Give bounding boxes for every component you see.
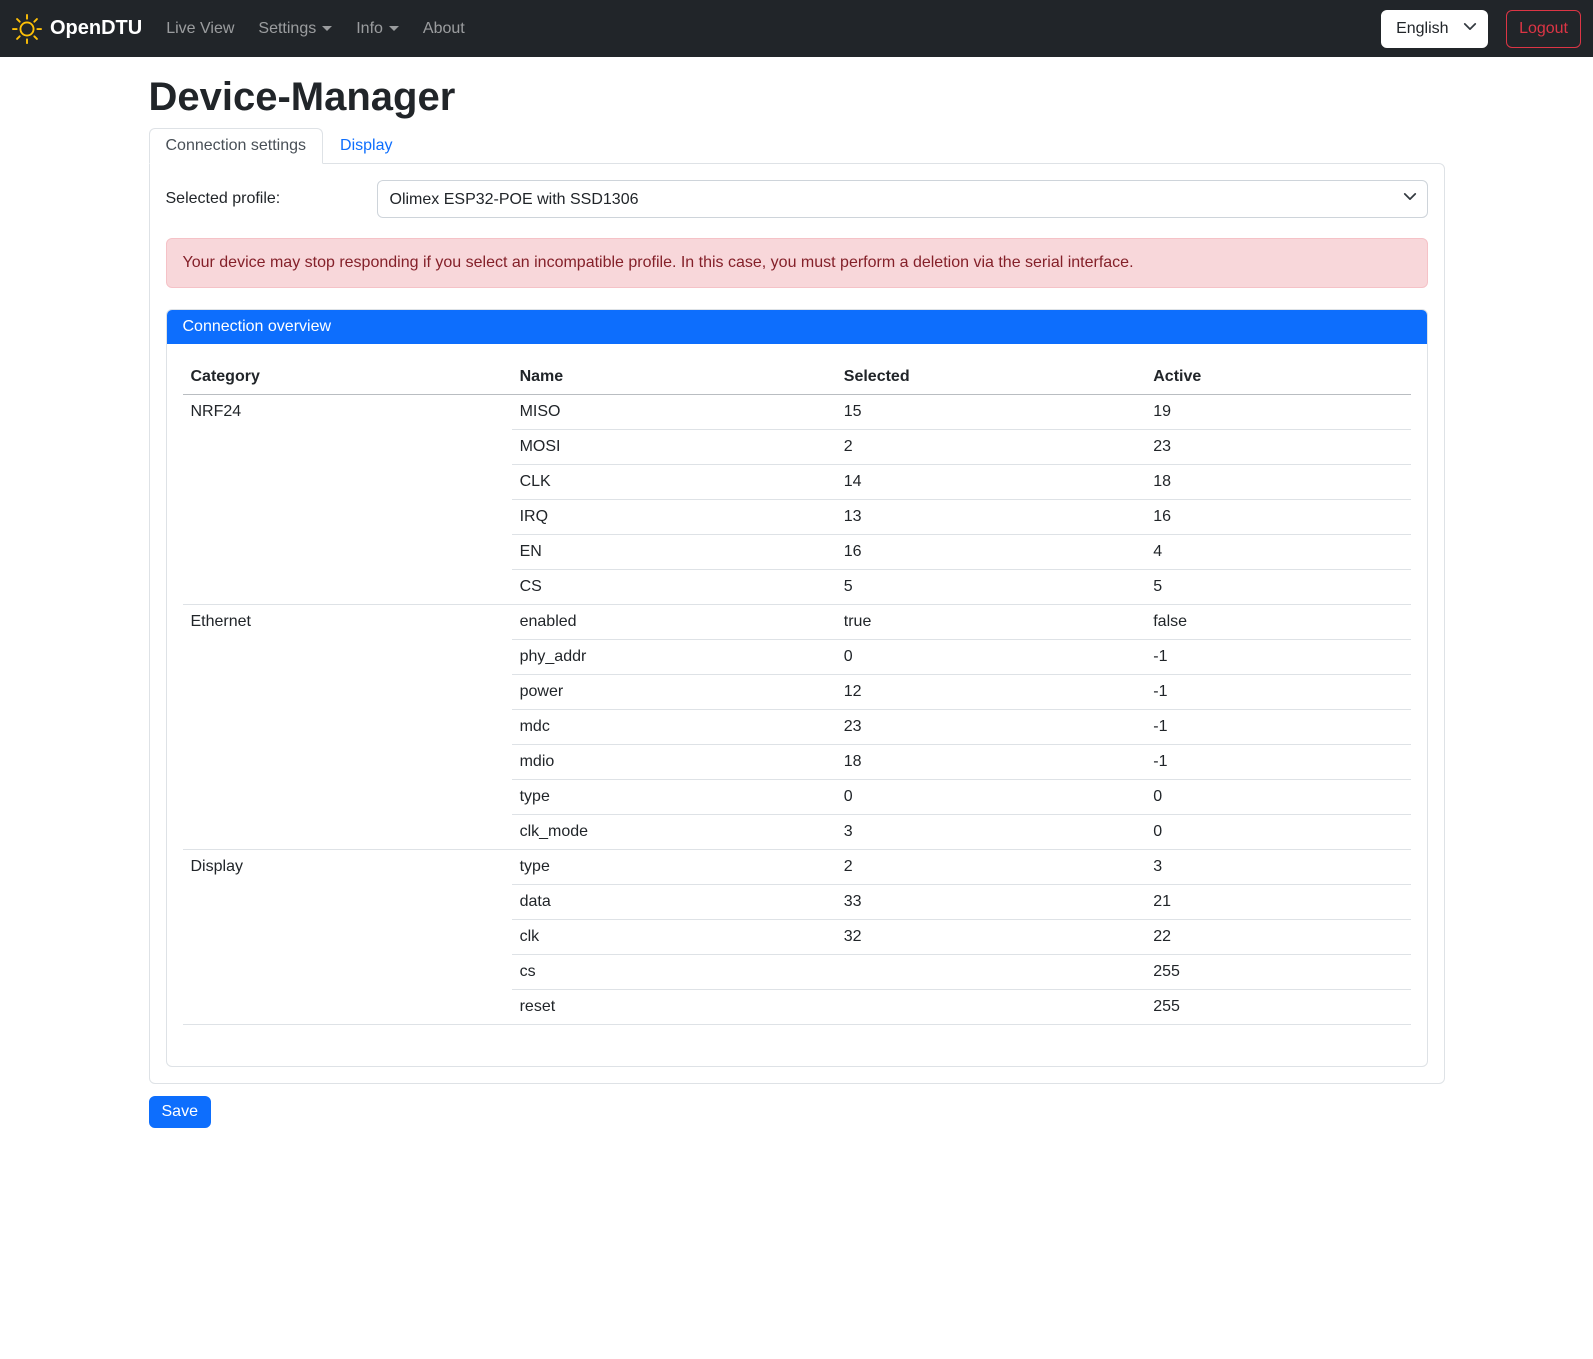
active-cell: 0 (1145, 815, 1410, 850)
page-title: Device-Manager (149, 75, 1445, 120)
selected-cell: 14 (836, 465, 1145, 500)
name-cell: mdc (512, 710, 836, 745)
nav-item-label: Info (356, 20, 383, 38)
active-cell: -1 (1145, 675, 1410, 710)
active-cell: 18 (1145, 465, 1410, 500)
selected-cell: 13 (836, 500, 1145, 535)
language-select[interactable]: English (1381, 10, 1488, 48)
nav-item-live-view[interactable]: Live View (158, 12, 242, 46)
name-cell: clk_mode (512, 815, 836, 850)
selected-cell: 33 (836, 885, 1145, 920)
tab-display[interactable]: Display (323, 128, 409, 164)
selected-cell: 15 (836, 395, 1145, 430)
category-cell: NRF24 (183, 395, 512, 605)
selected-cell: 3 (836, 815, 1145, 850)
active-cell: 4 (1145, 535, 1410, 570)
column-header-selected: Selected (836, 360, 1145, 395)
brand-label: OpenDTU (50, 17, 142, 40)
name-cell: IRQ (512, 500, 836, 535)
profile-select[interactable]: Olimex ESP32-POE with SSD1306 (377, 180, 1428, 218)
nav-item-label: Live View (166, 20, 234, 38)
chevron-down-icon (322, 26, 332, 31)
selected-cell: 2 (836, 850, 1145, 885)
active-cell: false (1145, 605, 1410, 640)
overview-table-body: NRF24MISO1519MOSI223CLK1418IRQ1316EN164C… (183, 395, 1411, 1025)
name-cell: reset (512, 990, 836, 1025)
active-cell: 5 (1145, 570, 1410, 605)
profile-label: Selected profile: (166, 190, 377, 208)
selected-cell (836, 955, 1145, 990)
column-header-name: Name (512, 360, 836, 395)
warning-alert: Your device may stop responding if you s… (166, 238, 1428, 288)
name-cell: MISO (512, 395, 836, 430)
selected-cell: 0 (836, 780, 1145, 815)
name-cell: type (512, 850, 836, 885)
active-cell: 19 (1145, 395, 1410, 430)
tab-content: Selected profile: Olimex ESP32-POE with … (149, 163, 1445, 1084)
active-cell: 21 (1145, 885, 1410, 920)
active-cell: 22 (1145, 920, 1410, 955)
selected-cell: 0 (836, 640, 1145, 675)
category-cell: Ethernet (183, 605, 512, 850)
nav-item-label: Settings (258, 20, 316, 38)
selected-cell: 16 (836, 535, 1145, 570)
selected-cell: 12 (836, 675, 1145, 710)
name-cell: data (512, 885, 836, 920)
active-cell: 3 (1145, 850, 1410, 885)
name-cell: CS (512, 570, 836, 605)
name-cell: EN (512, 535, 836, 570)
connection-overview-card: Connection overview Category Name Select… (166, 309, 1428, 1067)
nav-links: Live View Settings Info About (158, 12, 481, 46)
active-cell: -1 (1145, 745, 1410, 780)
active-cell: 255 (1145, 955, 1410, 990)
name-cell: type (512, 780, 836, 815)
category-cell: Display (183, 850, 512, 1025)
name-cell: MOSI (512, 430, 836, 465)
active-cell: -1 (1145, 640, 1410, 675)
save-button[interactable]: Save (149, 1096, 211, 1128)
nav-item-label: About (423, 20, 465, 38)
connection-overview-table: Category Name Selected Active NRF24MISO1… (183, 360, 1411, 1025)
name-cell: phy_addr (512, 640, 836, 675)
tab-connection-settings[interactable]: Connection settings (149, 128, 324, 164)
brand-link[interactable]: OpenDTU (12, 14, 142, 44)
name-cell: clk (512, 920, 836, 955)
table-header-row: Category Name Selected Active (183, 360, 1411, 395)
selected-cell: 2 (836, 430, 1145, 465)
name-cell: CLK (512, 465, 836, 500)
selected-cell: true (836, 605, 1145, 640)
active-cell: -1 (1145, 710, 1410, 745)
tab-bar: Connection settings Display (149, 128, 1445, 164)
nav-item-info[interactable]: Info (348, 12, 407, 46)
navbar: OpenDTU Live View Settings Info About En… (0, 0, 1593, 57)
nav-item-about[interactable]: About (415, 12, 473, 46)
table-row: NRF24MISO1519 (183, 395, 1411, 430)
active-cell: 0 (1145, 780, 1410, 815)
nav-item-settings[interactable]: Settings (250, 12, 340, 46)
active-cell: 255 (1145, 990, 1410, 1025)
chevron-down-icon (389, 26, 399, 31)
active-cell: 23 (1145, 430, 1410, 465)
name-cell: power (512, 675, 836, 710)
selected-cell: 32 (836, 920, 1145, 955)
table-row: Ethernetenabledtruefalse (183, 605, 1411, 640)
active-cell: 16 (1145, 500, 1410, 535)
profile-row: Selected profile: Olimex ESP32-POE with … (166, 180, 1428, 218)
selected-cell: 23 (836, 710, 1145, 745)
name-cell: mdio (512, 745, 836, 780)
selected-cell: 18 (836, 745, 1145, 780)
card-header: Connection overview (167, 310, 1427, 344)
selected-cell (836, 990, 1145, 1025)
table-row: Displaytype23 (183, 850, 1411, 885)
name-cell: enabled (512, 605, 836, 640)
name-cell: cs (512, 955, 836, 990)
column-header-active: Active (1145, 360, 1410, 395)
sun-icon (12, 14, 42, 44)
column-header-category: Category (183, 360, 512, 395)
selected-cell: 5 (836, 570, 1145, 605)
logout-button[interactable]: Logout (1506, 10, 1581, 48)
